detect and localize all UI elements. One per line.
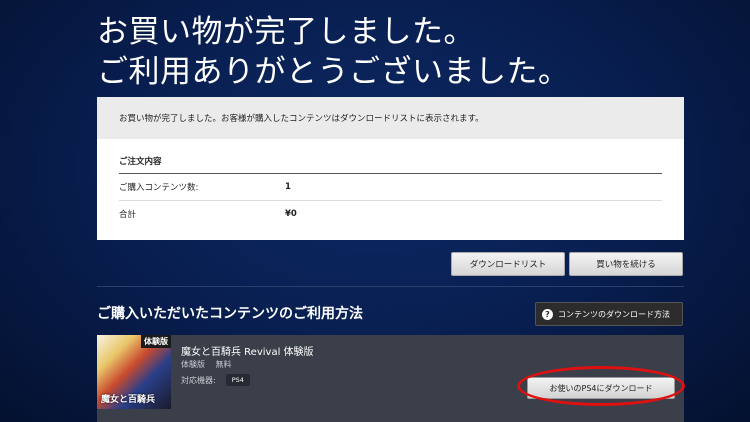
question-icon: ? [542, 308, 553, 320]
continue-shopping-button[interactable]: 買い物を続ける [569, 252, 683, 276]
device-badge: PS4 [225, 374, 250, 386]
how-to-download-button[interactable]: ? コンテンツのダウンロード方法 [535, 302, 683, 326]
order-row-label: 合計 [119, 210, 137, 220]
download-list-button[interactable]: ダウンロードリスト [451, 252, 565, 276]
order-row-label: ご購入コンテンツ数: [119, 183, 199, 193]
purchase-summary-panel: お買い物が完了しました。お客様が購入したコンテンツはダウンロードリストに表示され… [97, 97, 684, 240]
device-label: 対応機器: [181, 375, 216, 385]
order-details-title: ご注文内容 [119, 155, 662, 174]
order-row-value: 1 [285, 182, 291, 192]
product-thumbnail[interactable]: 体験版 魔女と百騎兵 [97, 335, 171, 409]
product-title: 魔女と百騎兵 Revival 体験版 [181, 347, 314, 358]
completion-message: お買い物が完了しました。お客様が購入したコンテンツはダウンロードリストに表示され… [97, 97, 684, 139]
product-type: 体験版 [181, 360, 205, 369]
section-divider [97, 286, 684, 287]
product-card: 体験版 魔女と百騎兵 魔女と百騎兵 Revival 体験版 体験版 無料 対応機… [97, 335, 684, 422]
order-details: ご注文内容 ご購入コンテンツ数: 1 合計 ¥0 [119, 139, 662, 227]
thumbnail-badge: 体験版 [141, 335, 171, 348]
headline-line-2: ご利用ありがとうございました。 [97, 54, 570, 90]
order-row-count: ご購入コンテンツ数: 1 [119, 174, 662, 201]
thumbnail-logo: 魔女と百騎兵 [101, 395, 156, 405]
download-to-ps4-button[interactable]: お使いのPS4にダウンロード [527, 377, 675, 399]
order-row-value: ¥0 [285, 209, 297, 219]
product-device-row: 対応機器: PS4 [181, 374, 250, 386]
product-price-row: 体験版 無料 [181, 359, 240, 370]
page-headline: お買い物が完了しました。 ご利用ありがとうございました。 [97, 12, 570, 92]
how-to-download-label: コンテンツのダウンロード方法 [558, 309, 670, 319]
product-price: 無料 [215, 360, 232, 369]
order-row-total: 合計 ¥0 [119, 201, 662, 227]
section-title: ご購入いただいたコンテンツのご利用方法 [97, 306, 363, 322]
headline-line-1: お買い物が完了しました。 [97, 14, 475, 50]
